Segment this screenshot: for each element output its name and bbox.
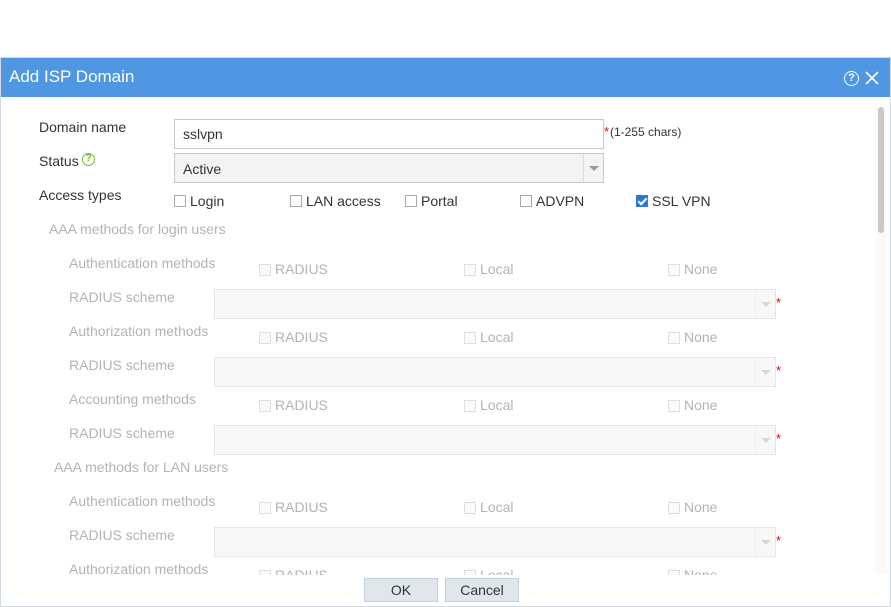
login-acct-radius-checkbox[interactable] [259,400,271,412]
lan-authz-radius-checkbox[interactable] [259,570,271,575]
lan-auth-local-label: Local [480,499,514,515]
login-auth-radius-scheme-label: RADIUS scheme [69,289,175,305]
close-icon[interactable] [864,70,880,86]
lan-authorization-label: Authorization methods [69,561,209,575]
login-auth-scheme-required-mark: * [776,295,782,310]
access-types-label: Access types [39,187,122,203]
login-authz-none-checkbox[interactable] [668,332,680,344]
access-type-login-checkbox[interactable] [174,195,186,207]
login-auth-none-label: None [684,261,718,277]
login-authz-radius-scheme-label: RADIUS scheme [69,357,175,373]
login-authorization-label: Authorization methods [69,323,209,339]
login-acct-none-checkbox[interactable] [668,400,680,412]
status-label: Status [39,153,79,169]
help-icon[interactable]: ? [844,71,859,86]
access-type-lan-checkbox[interactable] [290,195,302,207]
login-auth-radius-label: RADIUS [275,261,328,277]
chevron-down-icon [755,358,775,386]
access-type-login-label: Login [190,193,225,209]
login-auth-radius-checkbox[interactable] [259,264,271,276]
dialog-scrollbar-thumb[interactable] [878,107,884,233]
domain-name-label: Domain name [39,119,127,135]
login-acct-radius-label: RADIUS [275,397,328,413]
login-authz-scheme-required-mark: * [776,363,782,378]
lan-auth-radius-scheme-select[interactable] [214,527,776,557]
access-type-portal-checkbox[interactable] [405,195,417,207]
status-select[interactable]: Active [174,153,604,183]
chevron-down-icon [583,154,603,182]
domain-name-hint: (1-255 chars) [610,125,682,139]
login-auth-local-checkbox[interactable] [464,264,476,276]
lan-auth-radius-checkbox[interactable] [259,502,271,514]
login-authz-local-checkbox[interactable] [464,332,476,344]
login-acct-scheme-required-mark: * [776,431,782,446]
lan-auth-scheme-required-mark: * [776,533,782,548]
login-auth-radius-scheme-select[interactable] [214,289,776,319]
login-auth-local-label: Local [480,261,514,277]
dialog-title: Add ISP Domain [9,67,135,86]
access-type-sslvpn-label: SSL VPN [652,193,711,209]
login-acct-local-checkbox[interactable] [464,400,476,412]
lan-auth-none-label: None [684,499,718,515]
dialog-titlebar: Add ISP Domain ? [1,58,890,97]
login-authz-local-label: Local [480,329,514,345]
login-authz-radius-scheme-select[interactable] [214,357,776,387]
login-authz-radius-label: RADIUS [275,329,328,345]
login-acct-radius-scheme-label: RADIUS scheme [69,425,175,441]
login-acct-none-label: None [684,397,718,413]
lan-auth-local-checkbox[interactable] [464,502,476,514]
lan-authorization-row: Authorization methods RADIUS Local None [0,558,870,575]
login-acct-local-label: Local [480,397,514,413]
domain-name-input[interactable] [174,119,604,149]
lan-auth-radius-label: RADIUS [275,499,328,515]
lan-auth-none-checkbox[interactable] [668,502,680,514]
lan-authz-local-label: Local [480,567,514,575]
login-authentication-label: Authentication methods [69,255,216,271]
domain-name-required-mark: * [604,124,610,139]
lan-authz-local-checkbox[interactable] [464,570,476,575]
access-type-advpn-label: ADVPN [536,193,585,209]
login-authz-none-label: None [684,329,718,345]
ok-button[interactable]: OK [364,578,438,602]
chevron-down-icon [755,426,775,454]
access-type-lan-label: LAN access [306,193,381,209]
lan-authz-radius-label: RADIUS [275,567,328,575]
login-accounting-label: Accounting methods [69,391,196,407]
cancel-button[interactable]: Cancel [445,578,519,602]
lan-authz-none-checkbox[interactable] [668,570,680,575]
login-auth-none-checkbox[interactable] [668,264,680,276]
access-type-portal-label: Portal [421,193,458,209]
login-acct-radius-scheme-select[interactable] [214,425,776,455]
lan-authentication-label: Authentication methods [69,493,216,509]
status-select-value: Active [183,161,222,177]
lan-users-heading: AAA methods for LAN users [54,459,229,475]
question-icon[interactable]: ? [82,153,95,166]
lan-auth-radius-scheme-label: RADIUS scheme [69,527,175,543]
login-users-heading: AAA methods for login users [49,221,226,237]
access-type-advpn-checkbox[interactable] [520,195,532,207]
chevron-down-icon [755,290,775,318]
chevron-down-icon [755,528,775,556]
login-authz-radius-checkbox[interactable] [259,332,271,344]
lan-authz-none-label: None [684,567,718,575]
access-type-sslvpn-checkbox[interactable] [636,195,648,207]
